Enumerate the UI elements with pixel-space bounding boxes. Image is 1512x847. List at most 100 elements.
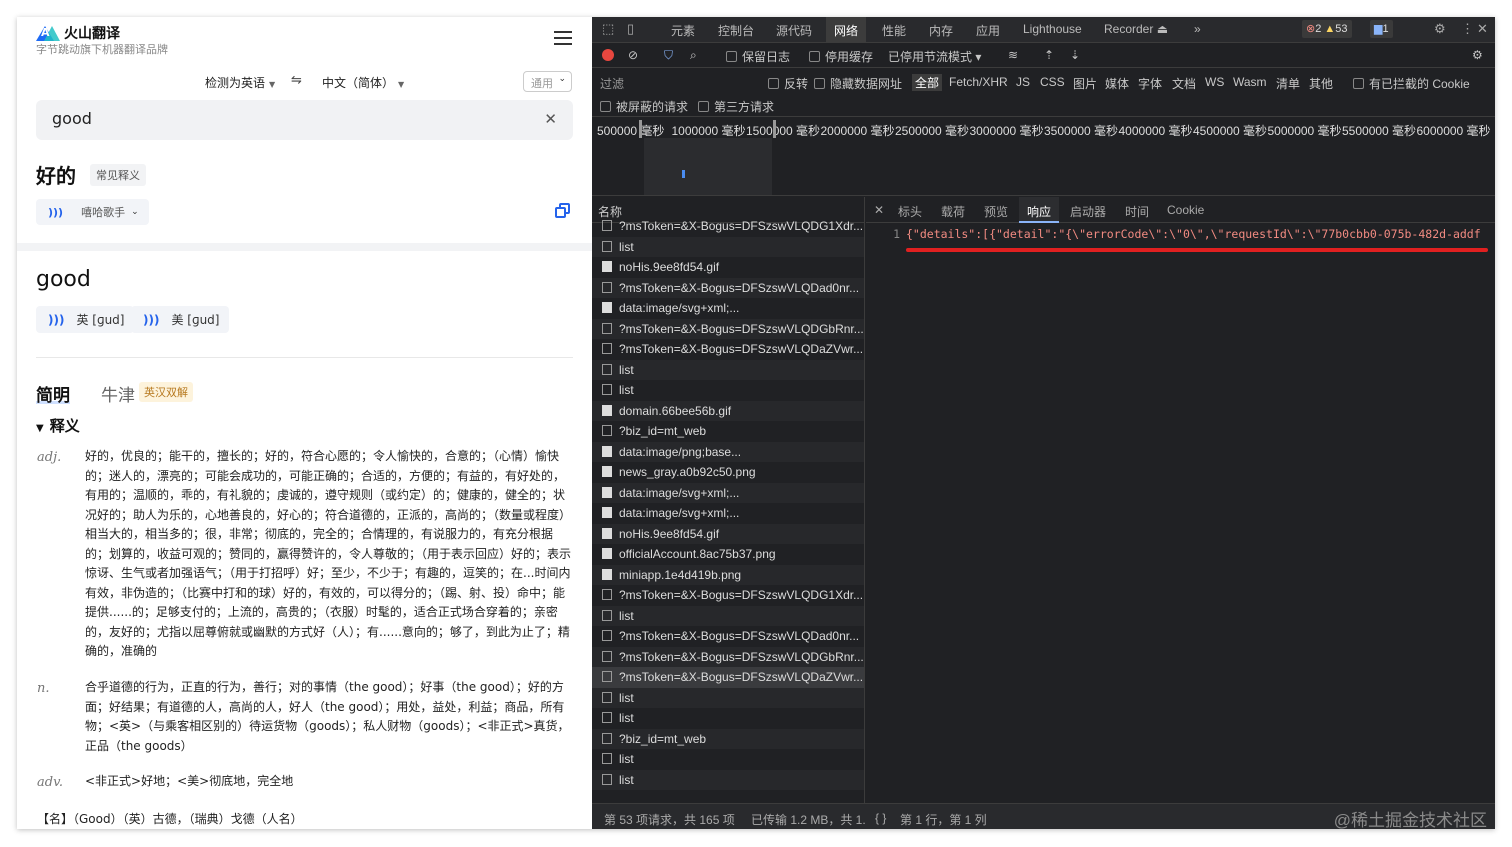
request-row[interactable]: ?msToken=&X-Bogus=DFSzswVLQDG1Xdr...: [592, 216, 864, 237]
request-row[interactable]: list: [592, 359, 864, 380]
filter-css[interactable]: CSS: [1040, 75, 1065, 89]
blocked-cookies-checkbox[interactable]: 有已拦截的 Cookie: [1353, 75, 1470, 92]
speaker-icon[interactable]: ))): [48, 206, 63, 219]
tab-sources[interactable]: 源代码: [776, 22, 812, 39]
tab-payload[interactable]: 载荷: [941, 203, 965, 220]
tab-elements[interactable]: 元素: [671, 22, 695, 39]
close-devtools-icon[interactable]: ✕: [1477, 21, 1488, 37]
filter-media[interactable]: 媒体: [1105, 75, 1129, 92]
request-row[interactable]: data:image/png;base...: [592, 441, 864, 462]
filter-js[interactable]: JS: [1016, 75, 1030, 89]
copy-icon[interactable]: [555, 203, 570, 218]
blocked-requests-checkbox[interactable]: 被屏蔽的请求: [600, 98, 688, 115]
request-row[interactable]: ?msToken=&X-Bogus=DFSzswVLQDad0nr...: [592, 626, 864, 647]
messages-badge[interactable]: ▆1: [1370, 20, 1393, 38]
request-row[interactable]: ?msToken=&X-Bogus=DFSzswVLQDGbRnr...: [592, 318, 864, 339]
request-row[interactable]: list: [592, 769, 864, 790]
request-row[interactable]: list: [592, 605, 864, 626]
request-row[interactable]: noHis.9ee8fd54.gif: [592, 257, 864, 278]
request-row[interactable]: miniapp.1e4d419b.png: [592, 564, 864, 585]
tab-memory[interactable]: 内存: [929, 22, 953, 39]
tab-application[interactable]: 应用: [976, 22, 1000, 39]
filter-manifest[interactable]: 清单: [1276, 75, 1300, 92]
request-row[interactable]: list: [592, 380, 864, 401]
filter-img[interactable]: 图片: [1073, 75, 1097, 92]
swap-languages-icon[interactable]: ⇋: [291, 73, 302, 88]
search-icon[interactable]: ⌕: [690, 48, 697, 63]
tab-cookies[interactable]: Cookie: [1167, 203, 1204, 217]
tab-initiator[interactable]: 启动器: [1070, 203, 1106, 220]
request-row[interactable]: ?msToken=&X-Bogus=DFSzswVLQDG1Xdr...: [592, 585, 864, 606]
filter-other[interactable]: 其他: [1309, 75, 1333, 92]
inspect-element-icon[interactable]: ⬚: [602, 21, 614, 37]
throttling-select[interactable]: 已停用节流模式 ▾: [888, 48, 981, 65]
record-icon[interactable]: [602, 49, 614, 61]
tab-preview[interactable]: 预览: [984, 203, 1008, 220]
preserve-log-checkbox[interactable]: 保留日志: [726, 48, 790, 65]
request-row[interactable]: news_gray.a0b92c50.png: [592, 462, 864, 483]
source-language-select[interactable]: 检测为英语 ▼: [205, 74, 275, 91]
domain-select[interactable]: 通用 ⌄: [523, 71, 572, 92]
filter-wasm[interactable]: Wasm: [1233, 75, 1267, 89]
tab-oxford[interactable]: 牛津: [101, 381, 135, 406]
brand[interactable]: A 火山翻译: [36, 23, 120, 43]
disable-cache-checkbox[interactable]: 停用缓存: [809, 48, 873, 65]
search-input[interactable]: [52, 109, 512, 128]
clear-log-icon[interactable]: ⊘: [628, 48, 638, 62]
request-row[interactable]: ?msToken=&X-Bogus=DFSzswVLQDaZVwr...: [592, 667, 864, 688]
bilingual-tag[interactable]: 英汉双解: [139, 382, 193, 402]
device-toolbar-icon[interactable]: ▯: [627, 21, 634, 37]
filter-fetch-xhr[interactable]: Fetch/XHR: [949, 75, 1008, 89]
tab-lighthouse[interactable]: Lighthouse: [1023, 22, 1082, 36]
network-conditions-icon[interactable]: ≋: [1008, 48, 1018, 62]
filter-all[interactable]: 全部: [912, 74, 943, 91]
close-detail-icon[interactable]: ✕: [874, 203, 884, 217]
request-row[interactable]: noHis.9ee8fd54.gif: [592, 523, 864, 544]
voice-select[interactable]: ))) 嘻哈歌手 ⌄: [36, 199, 149, 225]
third-party-checkbox[interactable]: 第三方请求: [698, 98, 774, 115]
request-row[interactable]: list: [592, 749, 864, 770]
more-tabs-icon[interactable]: »: [1194, 22, 1201, 36]
request-row[interactable]: domain.66bee56b.gif: [592, 400, 864, 421]
request-row[interactable]: ?msToken=&X-Bogus=DFSzswVLQDaZVwr...: [592, 339, 864, 360]
issues-badge[interactable]: ⊗2 ▲53: [1302, 20, 1352, 38]
pronunciation-us[interactable]: ))) 美 [ɡud]: [131, 306, 230, 333]
filter-input[interactable]: [632, 72, 756, 90]
filter-doc[interactable]: 文档: [1172, 75, 1196, 92]
network-settings-gear-icon[interactable]: ⚙: [1472, 48, 1483, 62]
request-row[interactable]: ?msToken=&X-Bogus=DFSzswVLQDGbRnr...: [592, 646, 864, 667]
tab-console[interactable]: 控制台: [718, 22, 754, 39]
network-overview-timeline[interactable]: 500000 毫秒 1000000 毫秒 1500000 毫秒 2000000 毫秒 2…: [592, 118, 1495, 196]
tab-simple[interactable]: 简明: [36, 381, 70, 406]
pretty-print-icon[interactable]: { }: [875, 811, 886, 825]
tab-performance[interactable]: 性能: [882, 22, 906, 39]
response-line[interactable]: 1 {"details":[{"detail":"{\"errorCode\":\…: [866, 227, 1495, 243]
request-row[interactable]: list: [592, 687, 864, 708]
more-options-icon[interactable]: ⋮: [1461, 21, 1474, 37]
request-row[interactable]: ?msToken=&X-Bogus=DFSzswVLQDad0nr...: [592, 277, 864, 298]
tab-timing[interactable]: 时间: [1125, 203, 1149, 220]
request-row[interactable]: ?biz_id=mt_web: [592, 728, 864, 749]
filter-font[interactable]: 字体: [1138, 75, 1162, 92]
clear-icon[interactable]: ✕: [544, 110, 557, 128]
tab-response[interactable]: 响应: [1019, 197, 1060, 223]
hide-data-urls-checkbox[interactable]: 隐藏数据网址: [814, 75, 902, 92]
request-row[interactable]: data:image/svg+xml;...: [592, 298, 864, 319]
timeline-handle-right[interactable]: [773, 120, 776, 138]
tab-headers[interactable]: 标头: [898, 203, 922, 220]
import-har-icon[interactable]: ⇡: [1044, 48, 1054, 62]
tab-network[interactable]: 网络: [826, 17, 867, 42]
target-language-select[interactable]: 中文（简体） ▼: [322, 74, 404, 91]
tab-recorder[interactable]: Recorder ⏏: [1104, 22, 1168, 36]
request-row[interactable]: list: [592, 236, 864, 257]
hamburger-menu-icon[interactable]: [554, 31, 572, 45]
filter-ws[interactable]: WS: [1205, 75, 1224, 89]
request-row[interactable]: ?biz_id=mt_web: [592, 421, 864, 442]
definitions-toggle[interactable]: ▼ 释义: [36, 415, 80, 436]
request-row[interactable]: data:image/svg+xml;...: [592, 503, 864, 524]
pronunciation-uk[interactable]: ))) 英 [ɡud]: [36, 306, 135, 333]
export-har-icon[interactable]: ⇣: [1070, 48, 1080, 62]
settings-gear-icon[interactable]: ⚙: [1434, 21, 1446, 37]
request-row[interactable]: list: [592, 708, 864, 729]
request-row[interactable]: officialAccount.8ac75b37.png: [592, 544, 864, 565]
